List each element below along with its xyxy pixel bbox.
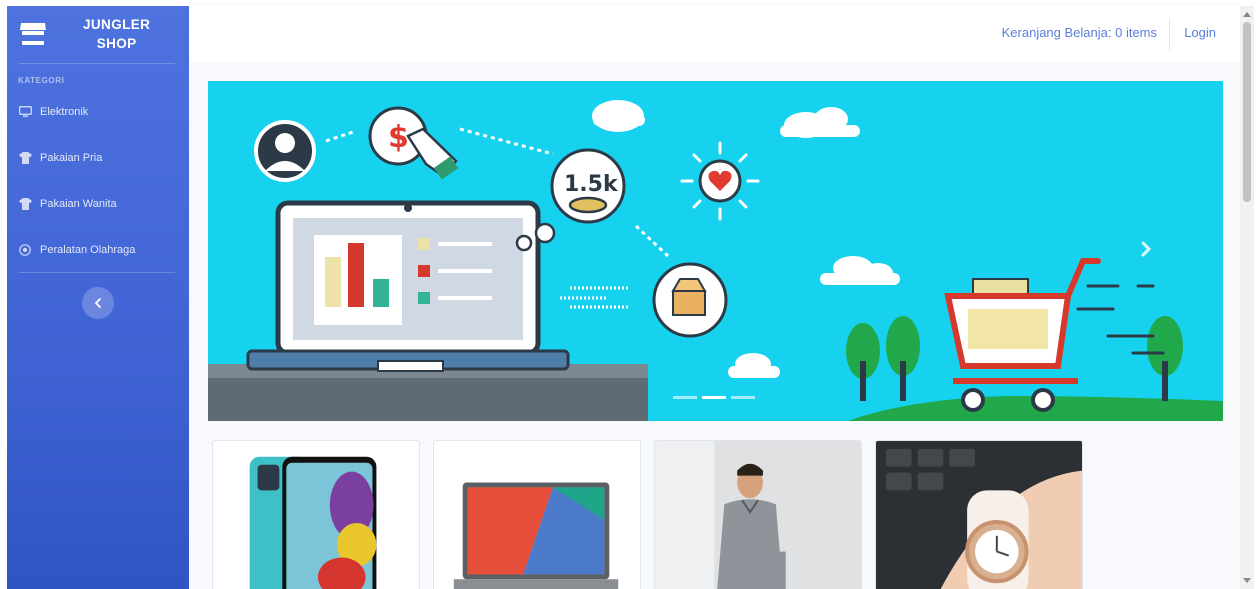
- sidebar-divider: [19, 272, 175, 273]
- scroll-down-arrow-icon[interactable]: [1243, 578, 1251, 583]
- sidebar-item-label: Pakaian Pria: [40, 152, 103, 164]
- laptop-image: [434, 441, 640, 589]
- sidebar: JUNGLER SHOP KATEGORI Elektronik Pakaian…: [7, 6, 189, 589]
- sidebar-item-pakaian-wanita[interactable]: Pakaian Wanita: [18, 195, 117, 213]
- brand-name: JUNGLER SHOP: [83, 15, 150, 53]
- svg-text:$: $: [388, 120, 409, 155]
- product-card[interactable]: [212, 440, 420, 589]
- phone-image: [213, 441, 419, 589]
- topbar-divider: [1169, 18, 1170, 50]
- sidebar-item-pakaian-pria[interactable]: Pakaian Pria: [18, 149, 102, 167]
- banner-illustration: $ 1.5k: [208, 100, 1223, 421]
- brand[interactable]: JUNGLER SHOP: [7, 6, 189, 63]
- tshirt-icon: [18, 151, 32, 165]
- tshirt-icon: [18, 197, 32, 211]
- product-card[interactable]: [875, 440, 1083, 589]
- shirt-model-image: [655, 441, 861, 589]
- scrollbar-thumb[interactable]: [1243, 22, 1251, 202]
- scroll-up-arrow-icon[interactable]: [1243, 12, 1251, 17]
- svg-text:1.5k: 1.5k: [564, 172, 619, 197]
- brand-line-2: SHOP: [96, 36, 137, 51]
- page-scrollbar[interactable]: [1240, 6, 1254, 589]
- brand-line-1: JUNGLER: [83, 17, 151, 32]
- promo-banner-carousel[interactable]: $ 1.5k: [208, 81, 1223, 421]
- product-card[interactable]: [433, 440, 641, 589]
- topbar: Keranjang Belanja: 0 items Login: [189, 6, 1240, 62]
- watch-image: [876, 441, 1082, 589]
- product-card[interactable]: [654, 440, 862, 589]
- login-link[interactable]: Login: [1184, 25, 1216, 40]
- football-icon: [18, 243, 32, 257]
- main-content: $ 1.5k: [189, 62, 1240, 589]
- sidebar-item-label: Elektronik: [40, 106, 89, 118]
- sidebar-divider: [19, 63, 175, 64]
- sidebar-toggle-button[interactable]: [82, 287, 114, 319]
- sidebar-heading: KATEGORI: [18, 76, 65, 85]
- sidebar-item-label: Pakaian Wanita: [40, 198, 117, 210]
- sidebar-item-peralatan-olahraga[interactable]: Peralatan Olahraga: [18, 241, 135, 259]
- store-icon: [20, 23, 46, 45]
- cart-link[interactable]: Keranjang Belanja: 0 items: [1002, 25, 1157, 40]
- sidebar-item-label: Peralatan Olahraga: [40, 244, 136, 256]
- chevron-right-icon: [1141, 241, 1152, 257]
- sidebar-item-elektronik[interactable]: Elektronik: [18, 103, 88, 121]
- desktop-icon: [18, 105, 32, 119]
- app-window: JUNGLER SHOP KATEGORI Elektronik Pakaian…: [0, 0, 1260, 589]
- chevron-left-icon: [94, 298, 101, 308]
